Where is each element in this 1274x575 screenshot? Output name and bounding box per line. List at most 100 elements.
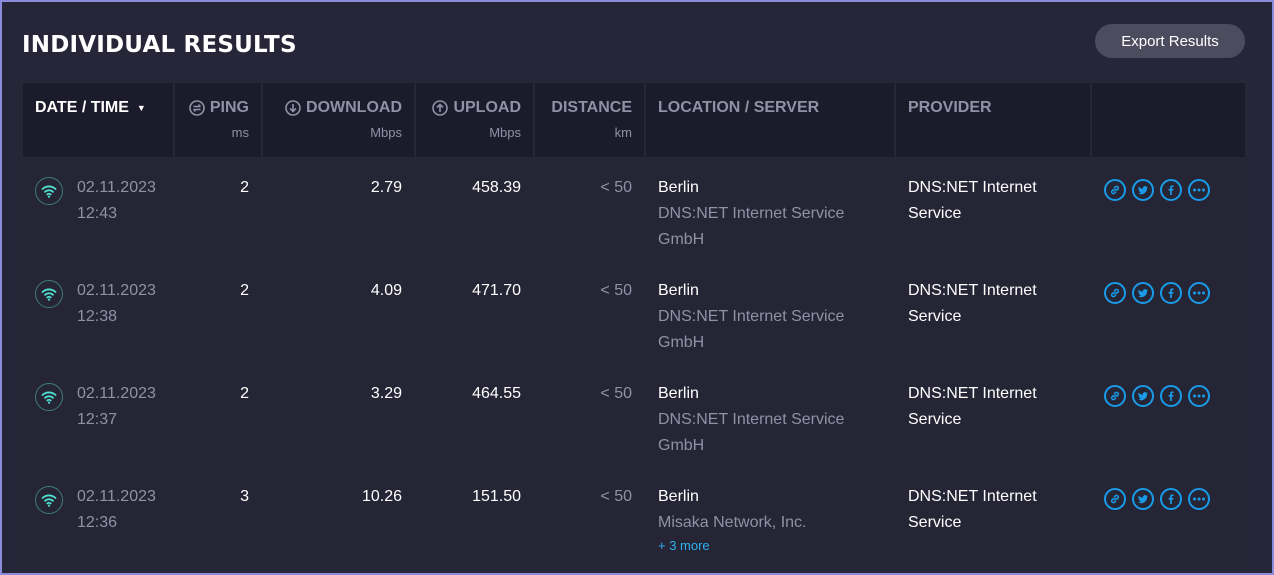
cell-ping: 3 <box>175 468 263 569</box>
location-city: Berlin <box>658 488 699 505</box>
results-panel: INDIVIDUAL RESULTS Export Results DATE /… <box>0 0 1274 575</box>
column-label: UPLOAD <box>453 99 521 116</box>
column-header-download[interactable]: DOWNLOAD Mbps <box>263 83 416 157</box>
wifi-icon <box>35 383 63 411</box>
table-row[interactable]: 02.11.2023 12:37 2 3.29 464.55 < 50 Berl… <box>23 365 1245 466</box>
facebook-icon[interactable] <box>1160 385 1182 407</box>
cell-download: 4.09 <box>263 262 416 363</box>
column-header-upload[interactable]: UPLOAD Mbps <box>416 83 535 157</box>
cell-distance: < 50 <box>535 468 646 569</box>
column-label: DOWNLOAD <box>306 99 402 116</box>
result-date: 02.11.2023 <box>77 179 156 196</box>
column-unit: km <box>614 125 632 140</box>
result-time: 12:36 <box>77 514 118 531</box>
cell-distance: < 50 <box>535 365 646 466</box>
server-name: DNS:NET Internet Service GmbH <box>658 205 845 248</box>
cell-share <box>1092 262 1245 363</box>
column-unit: Mbps <box>370 125 402 140</box>
server-name: DNS:NET Internet Service GmbH <box>658 308 845 351</box>
cell-download: 3.29 <box>263 365 416 466</box>
cell-provider: DNS:NET Internet Service <box>896 365 1092 466</box>
table-row[interactable]: 02.11.2023 12:36 3 10.26 151.50 < 50 Ber… <box>23 468 1245 569</box>
cell-provider: DNS:NET Internet Service <box>896 262 1092 363</box>
result-time: 12:38 <box>77 308 118 325</box>
more-icon[interactable] <box>1188 179 1210 201</box>
column-unit: ms <box>231 125 249 140</box>
ping-icon <box>189 100 205 116</box>
column-label: DISTANCE <box>551 99 632 116</box>
facebook-icon[interactable] <box>1160 488 1182 510</box>
column-header-ping[interactable]: PING ms <box>175 83 263 157</box>
location-city: Berlin <box>658 179 699 196</box>
more-servers-link[interactable]: + 3 more <box>658 536 882 556</box>
more-icon[interactable] <box>1188 488 1210 510</box>
table-header: DATE / TIME ▼ PING ms DOWNLOAD Mbps UPLOA… <box>23 83 1245 157</box>
cell-ping: 2 <box>175 159 263 260</box>
column-label: DATE / TIME <box>35 99 129 116</box>
cell-location-server: Berlin DNS:NET Internet Service GmbH <box>646 159 896 260</box>
column-label: LOCATION / SERVER <box>658 99 820 116</box>
cell-download: 10.26 <box>263 468 416 569</box>
server-name: Misaka Network, Inc. <box>658 514 807 531</box>
cell-upload: 151.50 <box>416 468 535 569</box>
link-icon[interactable] <box>1104 488 1126 510</box>
page-title: INDIVIDUAL RESULTS <box>22 32 297 58</box>
link-icon[interactable] <box>1104 179 1126 201</box>
facebook-icon[interactable] <box>1160 282 1182 304</box>
result-time: 12:43 <box>77 205 118 222</box>
cell-upload: 471.70 <box>416 262 535 363</box>
column-label: PROVIDER <box>908 99 992 116</box>
column-label: PING <box>209 99 249 116</box>
cell-share <box>1092 468 1245 569</box>
cell-location-server: Berlin DNS:NET Internet Service GmbH <box>646 262 896 363</box>
result-date: 02.11.2023 <box>77 282 156 299</box>
link-icon[interactable] <box>1104 385 1126 407</box>
column-header-provider[interactable]: PROVIDER <box>896 83 1092 157</box>
link-icon[interactable] <box>1104 282 1126 304</box>
cell-share <box>1092 159 1245 260</box>
wifi-icon <box>35 486 63 514</box>
cell-upload: 464.55 <box>416 365 535 466</box>
server-name: DNS:NET Internet Service GmbH <box>658 411 845 454</box>
cell-ping: 2 <box>175 365 263 466</box>
twitter-icon[interactable] <box>1132 488 1154 510</box>
wifi-icon <box>35 177 63 205</box>
twitter-icon[interactable] <box>1132 179 1154 201</box>
result-time: 12:37 <box>77 411 118 428</box>
cell-provider: DNS:NET Internet Service <box>896 159 1092 260</box>
location-city: Berlin <box>658 385 699 402</box>
cell-provider: DNS:NET Internet Service <box>896 468 1092 569</box>
column-header-location-server[interactable]: LOCATION / SERVER <box>646 83 896 157</box>
column-unit: Mbps <box>489 125 521 140</box>
cell-date-time: 02.11.2023 12:43 <box>23 159 175 260</box>
column-header-date-time[interactable]: DATE / TIME ▼ <box>23 83 175 157</box>
column-header-actions <box>1092 83 1245 157</box>
cell-distance: < 50 <box>535 262 646 363</box>
wifi-icon <box>35 280 63 308</box>
twitter-icon[interactable] <box>1132 385 1154 407</box>
upload-icon <box>432 100 449 116</box>
more-icon[interactable] <box>1188 385 1210 407</box>
more-icon[interactable] <box>1188 282 1210 304</box>
table-row[interactable]: 02.11.2023 12:43 2 2.79 458.39 < 50 Berl… <box>23 159 1245 260</box>
results-table: DATE / TIME ▼ PING ms DOWNLOAD Mbps UPLOA… <box>23 83 1245 569</box>
table-row[interactable]: 02.11.2023 12:38 2 4.09 471.70 < 50 Berl… <box>23 262 1245 363</box>
export-results-button[interactable]: Export Results <box>1095 24 1245 58</box>
cell-date-time: 02.11.2023 12:38 <box>23 262 175 363</box>
cell-share <box>1092 365 1245 466</box>
column-header-distance[interactable]: DISTANCE km <box>535 83 646 157</box>
cell-date-time: 02.11.2023 12:36 <box>23 468 175 569</box>
cell-date-time: 02.11.2023 12:37 <box>23 365 175 466</box>
cell-upload: 458.39 <box>416 159 535 260</box>
cell-location-server: Berlin DNS:NET Internet Service GmbH <box>646 365 896 466</box>
cell-download: 2.79 <box>263 159 416 260</box>
cell-location-server: Berlin Misaka Network, Inc. + 3 more <box>646 468 896 569</box>
cell-distance: < 50 <box>535 159 646 260</box>
location-city: Berlin <box>658 282 699 299</box>
cell-ping: 2 <box>175 262 263 363</box>
table-body: 02.11.2023 12:43 2 2.79 458.39 < 50 Berl… <box>23 159 1245 569</box>
result-date: 02.11.2023 <box>77 385 156 402</box>
result-date: 02.11.2023 <box>77 488 156 505</box>
facebook-icon[interactable] <box>1160 179 1182 201</box>
twitter-icon[interactable] <box>1132 282 1154 304</box>
